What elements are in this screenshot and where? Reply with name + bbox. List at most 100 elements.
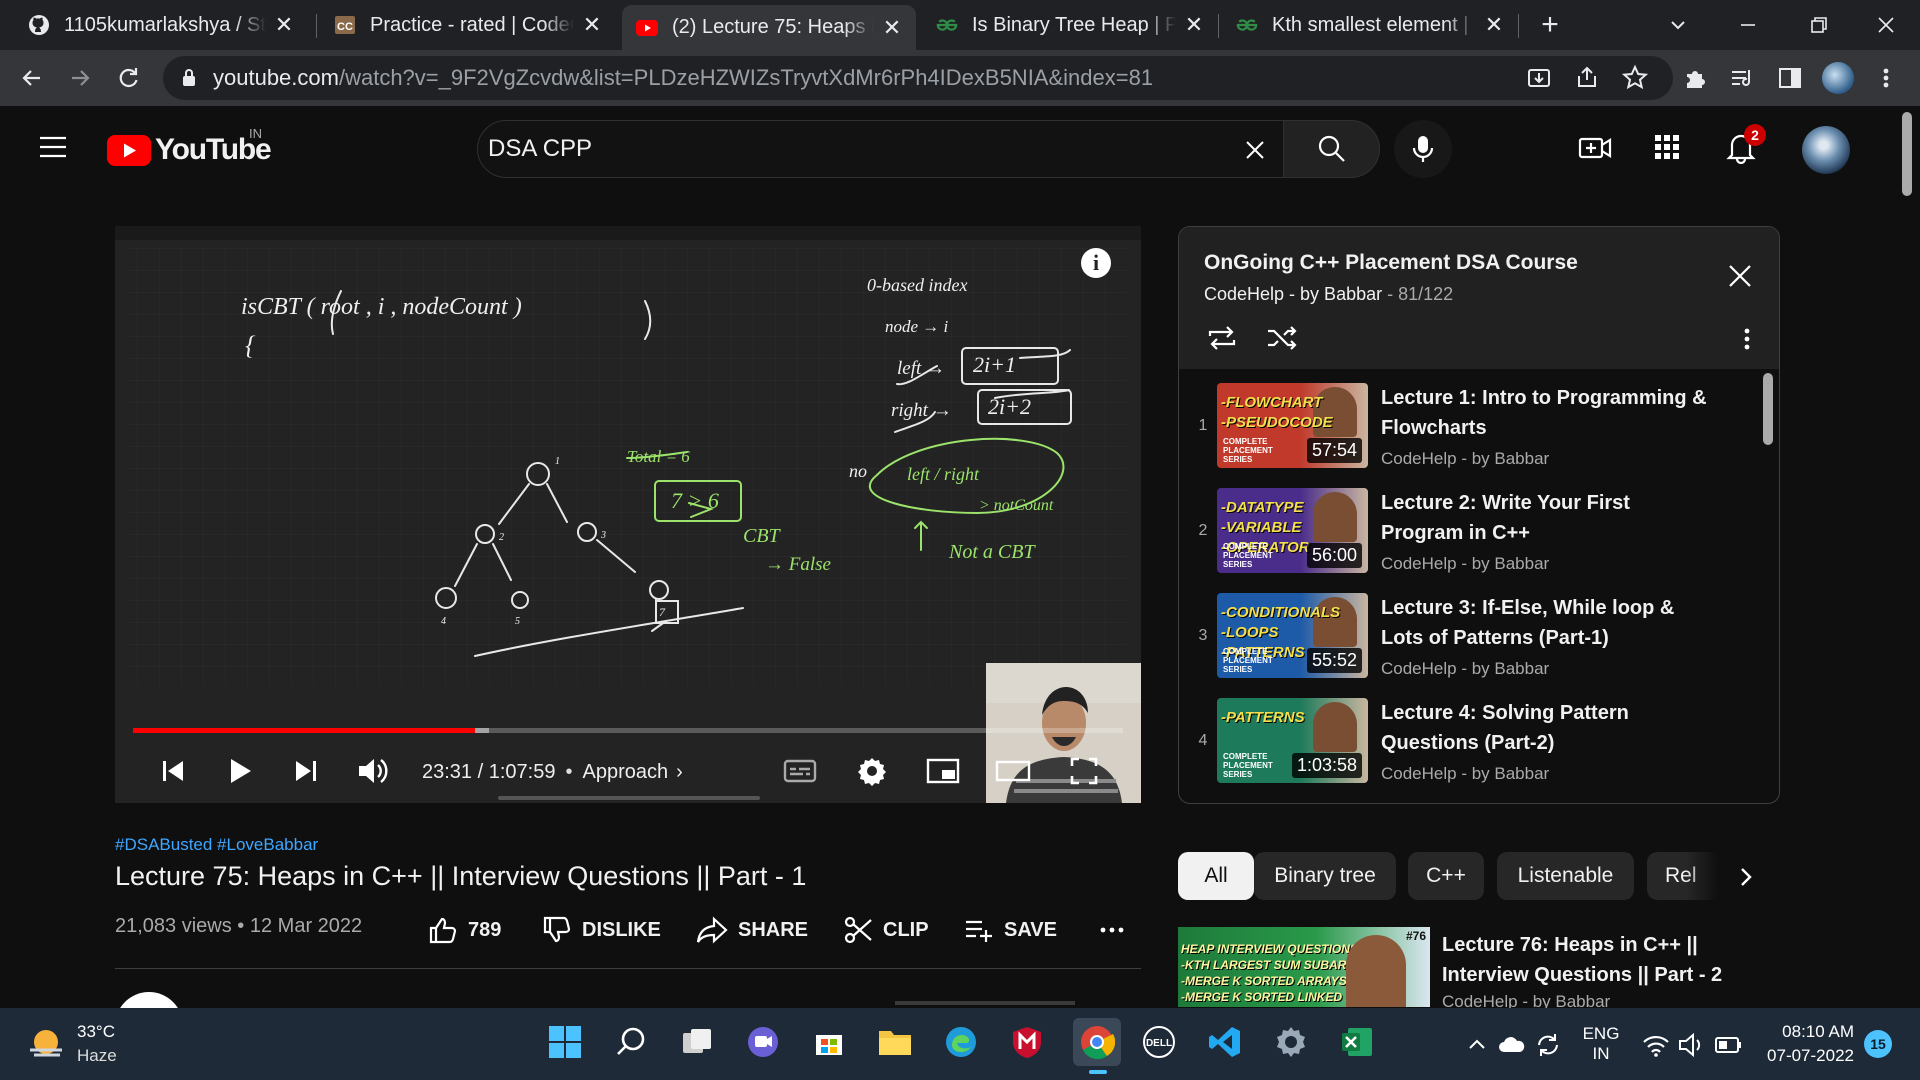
playlist-item[interactable]: 3 -CONDITIONALS -LOOPS -PATTERNS COMPLETE PL… (1179, 589, 1759, 694)
weather-haze-icon[interactable] (26, 1024, 66, 1064)
clock[interactable]: 08:10 AM 07-07-2022 (1764, 1022, 1854, 1066)
share-page-icon[interactable] (1573, 64, 1601, 92)
browser-tab-github[interactable]: 1105kumarlakshya / Starr ✕ (14, 5, 308, 45)
dell-icon[interactable]: DELL (1139, 1022, 1179, 1062)
chapter-title[interactable]: Approach (583, 761, 669, 783)
restore-icon[interactable] (1804, 12, 1832, 38)
subtitles-icon[interactable] (782, 753, 818, 789)
miniplayer-icon[interactable] (925, 753, 961, 789)
vscode-icon[interactable] (1205, 1022, 1245, 1062)
clip-button[interactable]: CLIP (843, 915, 929, 945)
speaker-icon[interactable] (1678, 1032, 1706, 1058)
chrome-taskbar-icon[interactable] (1073, 1018, 1121, 1066)
settings-cog-icon[interactable] (1271, 1022, 1311, 1062)
settings-gear-icon[interactable] (854, 753, 890, 789)
playlist-channel[interactable]: CodeHelp - by Babbar (1204, 284, 1382, 304)
chrome-menu-icon[interactable] (1876, 64, 1896, 92)
apps-grid-icon[interactable] (1652, 132, 1682, 162)
input-language[interactable]: ENG IN (1582, 1024, 1620, 1064)
page-scrollbar[interactable] (1902, 112, 1912, 196)
playlist-item[interactable]: 4 -PATTERNS COMPLETE PLACEMENT SERIES 1:03:… (1179, 694, 1759, 799)
like-button[interactable]: 789 (428, 915, 501, 945)
wifi-icon[interactable] (1642, 1032, 1670, 1058)
extensions-puzzle-icon[interactable] (1682, 64, 1710, 92)
address-bar[interactable]: youtube.com/watch?v=_9F2VgZcvdw&list=PLD… (163, 56, 1673, 100)
playlist-item[interactable]: 2 -DATATYPE -VARIABLE -OPERATOR COMPLETE PLA… (1179, 484, 1759, 589)
search-button[interactable] (1284, 120, 1380, 178)
video-player[interactable]: isCBT ( root , i , nodeCount ) { 0-based… (115, 226, 1141, 803)
theater-mode-icon[interactable] (995, 753, 1031, 789)
tab-search-chevron-icon[interactable] (1664, 12, 1692, 38)
close-icon[interactable]: ✕ (582, 12, 602, 38)
notification-center-badge[interactable]: 15 (1864, 1030, 1892, 1058)
close-icon[interactable]: ✕ (1184, 12, 1204, 38)
recommended-channel[interactable]: CodeHelp - by Babbar (1442, 992, 1610, 1008)
save-button[interactable]: SAVE (964, 915, 1057, 945)
microsoft-store-icon[interactable] (809, 1022, 849, 1062)
show-hidden-icons-chevron[interactable] (1466, 1034, 1488, 1054)
weather-temp[interactable]: 33°C (77, 1022, 115, 1042)
share-button[interactable]: SHARE (696, 915, 808, 945)
forward-arrow-icon[interactable] (66, 64, 94, 92)
weather-desc[interactable]: Haze (77, 1046, 117, 1066)
excel-icon[interactable] (1337, 1022, 1377, 1062)
playlist-item[interactable]: 1 -FLOWCHART -PSEUDOCODE COMPLETE PLACEMENT… (1179, 379, 1759, 484)
loop-playlist-icon[interactable] (1205, 323, 1239, 353)
create-video-icon[interactable] (1578, 132, 1612, 164)
task-view-icon[interactable] (677, 1022, 717, 1062)
reading-list-icon[interactable] (1728, 64, 1756, 92)
onedrive-cloud-icon[interactable] (1498, 1032, 1526, 1056)
volume-icon[interactable] (355, 753, 391, 789)
fullscreen-icon[interactable] (1066, 753, 1102, 789)
reload-icon[interactable] (114, 64, 142, 92)
next-video-icon[interactable] (288, 753, 324, 789)
playlist-scrollbar[interactable] (1763, 373, 1773, 445)
chip-cpp[interactable]: C++ (1408, 852, 1484, 900)
chip-listenable[interactable]: Listenable (1497, 852, 1634, 900)
youtube-logo[interactable]: YouTube IN (107, 126, 272, 166)
windows-start-icon[interactable] (545, 1022, 585, 1062)
recommended-title[interactable]: Lecture 76: Heaps in C++ || Interview Qu… (1442, 930, 1762, 990)
chip-binary-tree[interactable]: Binary tree (1254, 852, 1396, 900)
voice-search-button[interactable] (1394, 120, 1452, 178)
taskbar-search-icon[interactable] (611, 1022, 651, 1062)
playlist-item-thumbnail[interactable]: -PATTERNS COMPLETE PLACEMENT SERIES 1:03:5… (1217, 698, 1368, 783)
side-panel-icon[interactable] (1776, 64, 1804, 92)
video-hashtags[interactable]: #DSABusted #LoveBabbar (115, 835, 318, 855)
install-app-icon[interactable] (1525, 64, 1553, 92)
sync-icon[interactable] (1534, 1032, 1562, 1058)
chip-all[interactable]: All (1178, 852, 1254, 900)
info-icon[interactable]: i (1081, 248, 1111, 278)
mcafee-shield-icon[interactable] (1007, 1022, 1047, 1062)
teams-chat-icon[interactable] (743, 1022, 783, 1062)
browser-tab-gfg-1[interactable]: Is Binary Tree Heap | Pract ✕ (922, 5, 1218, 45)
bookmark-star-icon[interactable] (1621, 64, 1649, 92)
dislike-button[interactable]: DISLIKE (542, 915, 661, 945)
chip-related[interactable]: Rel (1647, 852, 1719, 900)
browser-tab-gfg-2[interactable]: Kth smallest element | Pra ✕ (1222, 5, 1518, 45)
browser-tab-youtube-active[interactable]: (2) Lecture 75: Heaps in C ✕ (622, 5, 916, 50)
minimize-icon[interactable] (1734, 12, 1762, 38)
playlist-item-thumbnail[interactable]: -DATATYPE -VARIABLE -OPERATOR COMPLETE PLAC… (1217, 488, 1368, 573)
recommended-thumbnail[interactable]: HEAP INTERVIEW QUESTIONS: -KTH LARGEST S… (1178, 927, 1430, 1007)
chevron-right-icon[interactable]: › (676, 761, 683, 783)
playlist-item-thumbnail[interactable]: -CONDITIONALS -LOOPS -PATTERNS COMPLETE PLA… (1217, 593, 1368, 678)
hamburger-menu-icon[interactable] (38, 134, 68, 160)
notifications-bell-icon[interactable]: 2 (1724, 124, 1766, 164)
account-avatar[interactable] (1802, 126, 1850, 174)
clear-search-icon[interactable] (1243, 138, 1267, 162)
more-actions-icon[interactable] (1098, 917, 1126, 943)
close-playlist-icon[interactable] (1727, 263, 1753, 289)
play-icon[interactable] (222, 753, 258, 789)
chips-next-chevron-icon[interactable] (1734, 864, 1758, 890)
profile-avatar[interactable] (1822, 62, 1854, 94)
edge-browser-icon[interactable] (941, 1022, 981, 1062)
close-icon[interactable]: ✕ (274, 12, 294, 38)
playlist-more-icon[interactable] (1739, 325, 1755, 353)
previous-video-icon[interactable] (155, 753, 191, 789)
window-close-icon[interactable] (1872, 12, 1900, 38)
shuffle-icon[interactable] (1265, 323, 1299, 353)
back-arrow-icon[interactable] (18, 64, 46, 92)
search-input[interactable]: DSA CPP (477, 120, 1284, 178)
browser-tab-codechef[interactable]: CC Practice - rated | CodeChe ✕ (320, 5, 616, 45)
